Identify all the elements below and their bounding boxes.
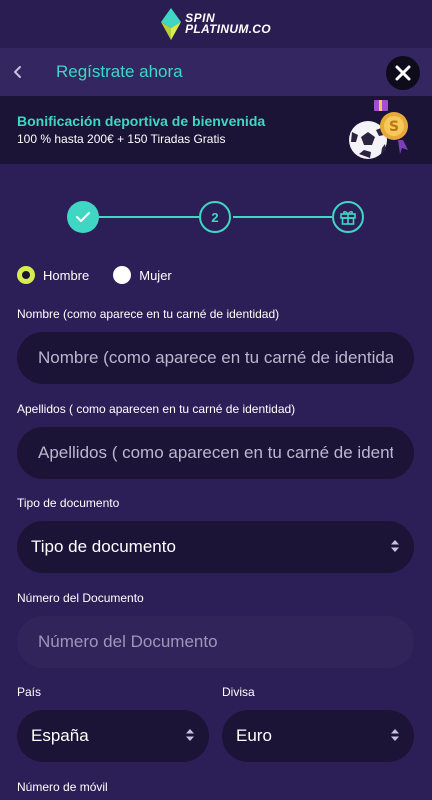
document-type-label: Tipo de documento bbox=[17, 496, 120, 510]
soccer-ball-coin-icon: S bbox=[349, 100, 408, 159]
document-number-label: Número del Documento bbox=[17, 591, 144, 605]
currency-label: Divisa bbox=[222, 685, 255, 699]
close-icon bbox=[395, 65, 411, 81]
radio-label-mujer: Mujer bbox=[139, 267, 172, 283]
registration-stepper: 2 bbox=[0, 196, 432, 238]
page-header: Regístrate ahora bbox=[0, 48, 432, 96]
gender-radio-group: Hombre Mujer bbox=[17, 266, 172, 284]
country-value: España bbox=[31, 726, 89, 745]
last-name-label: Apellidos ( como aparecen en tu carné de… bbox=[17, 402, 296, 416]
country-select[interactable]: España bbox=[17, 710, 209, 762]
page-title: Regístrate ahora bbox=[56, 62, 183, 81]
sort-arrows-icon bbox=[391, 729, 399, 741]
stepper-connector bbox=[233, 216, 332, 218]
step-number: 2 bbox=[211, 209, 219, 225]
logo-bar: SPIN PLATINUM.CO bbox=[0, 0, 432, 48]
chevron-left-icon bbox=[14, 66, 21, 78]
radio-hombre[interactable] bbox=[17, 266, 35, 284]
bonus-subtitle: 100 % hasta 200€ + 150 Tiradas Gratis bbox=[17, 132, 226, 146]
first-name-label: Nombre (como aparece en tu carné de iden… bbox=[17, 307, 280, 321]
back-button[interactable] bbox=[6, 60, 30, 84]
last-name-field bbox=[17, 427, 414, 479]
radio-label-hombre: Hombre bbox=[43, 267, 90, 283]
sort-arrows-icon bbox=[186, 729, 194, 741]
step-bonus bbox=[332, 201, 364, 233]
gift-icon bbox=[340, 211, 356, 225]
radio-mujer[interactable] bbox=[113, 266, 132, 284]
bonus-title: Bonificación deportiva de bienvenida bbox=[17, 113, 266, 129]
sort-arrows-icon bbox=[391, 540, 399, 552]
currency-select[interactable]: Euro bbox=[222, 710, 414, 762]
stepper-connector bbox=[99, 216, 199, 218]
brand-logo[interactable]: SPIN PLATINUM.CO bbox=[161, 8, 271, 40]
step-completed bbox=[67, 201, 99, 233]
currency-value: Euro bbox=[236, 726, 272, 745]
document-number-input[interactable] bbox=[17, 632, 414, 652]
last-name-input[interactable] bbox=[17, 443, 414, 463]
document-type-value: Tipo de documento bbox=[31, 537, 176, 556]
mobile-number-label: Número de móvil bbox=[17, 780, 108, 794]
document-number-field bbox=[17, 616, 414, 668]
document-type-select[interactable]: Tipo de documento bbox=[17, 521, 414, 573]
logo-text-line2: PLATINUM.CO bbox=[185, 22, 271, 36]
first-name-input[interactable] bbox=[17, 348, 414, 368]
checkmark-icon bbox=[76, 212, 90, 222]
first-name-field bbox=[17, 332, 414, 384]
svg-text:S: S bbox=[389, 119, 399, 135]
close-button[interactable] bbox=[386, 56, 420, 90]
diamond-logo-icon bbox=[161, 8, 182, 40]
country-label: País bbox=[17, 685, 42, 699]
step-current: 2 bbox=[199, 201, 231, 233]
